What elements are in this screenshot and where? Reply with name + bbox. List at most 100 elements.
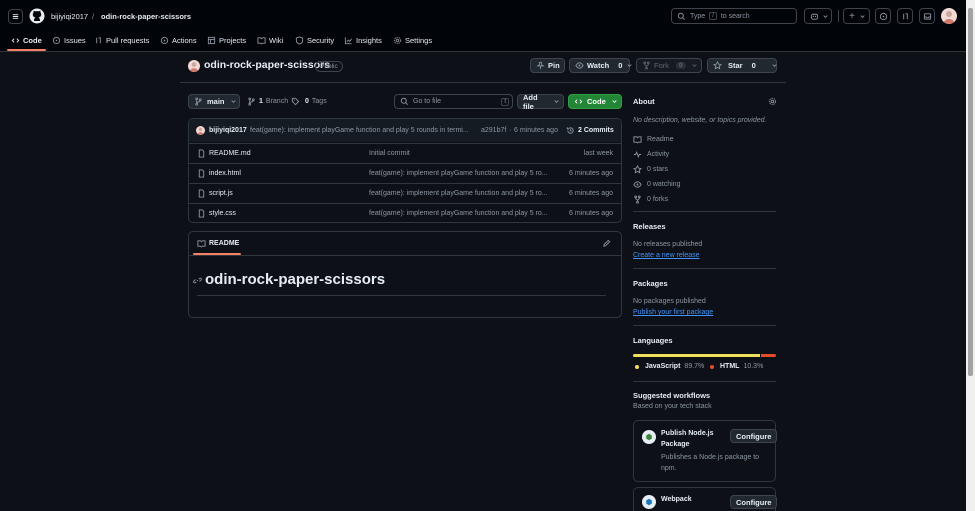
- global-search-input[interactable]: Type / to search: [671, 8, 797, 24]
- workflow-card: Webpack Configure: [633, 487, 778, 511]
- about-forks-link[interactable]: 0 forks: [633, 195, 668, 204]
- releases-text: No releases published: [633, 241, 703, 248]
- file-name[interactable]: style.css: [209, 210, 236, 217]
- about-stars-link[interactable]: 0 stars: [633, 165, 668, 174]
- repo-owner-avatar: [188, 60, 200, 72]
- copilot-button[interactable]: [804, 8, 832, 24]
- star-button[interactable]: Star 0: [707, 58, 777, 73]
- hamburger-menu-button[interactable]: [8, 9, 23, 24]
- tab-pull-requests[interactable]: Pull requests: [94, 34, 149, 46]
- fork-count: 0: [676, 62, 686, 69]
- breadcrumb-repo[interactable]: odin-rock-paper-scissors: [101, 12, 191, 21]
- file-row[interactable]: script.js feat(game): implement playGame…: [189, 183, 621, 203]
- packages-heading[interactable]: Packages: [633, 279, 668, 288]
- tab-settings[interactable]: Settings: [393, 34, 432, 46]
- commit-author[interactable]: bijiyiqi2017: [209, 127, 247, 134]
- branch-name: main: [207, 97, 225, 106]
- branches-link[interactable]: 1 Branch: [247, 97, 288, 106]
- tab-code-label: Code: [23, 35, 42, 45]
- file-commit-time: last week: [583, 150, 613, 157]
- sidebar-divider: [633, 325, 776, 326]
- readme-tab[interactable]: README: [197, 239, 239, 248]
- about-activity-link[interactable]: Activity: [633, 150, 669, 159]
- readme-tab-label: README: [209, 240, 240, 247]
- go-to-file-input[interactable]: Go to file t: [394, 94, 513, 109]
- breadcrumb-owner[interactable]: bijiyiqi2017: [51, 12, 88, 21]
- language-bar-html: [761, 354, 776, 357]
- language-javascript[interactable]: JavaScript 89.7%: [635, 363, 704, 370]
- file-name[interactable]: README.md: [209, 150, 251, 157]
- pull-request-icon: [94, 36, 103, 45]
- create-release-link[interactable]: Create a new release: [633, 252, 700, 259]
- tab-projects[interactable]: Projects: [207, 34, 246, 46]
- tab-insights-label: Insights: [356, 35, 382, 45]
- add-file-button[interactable]: Add file: [517, 92, 564, 111]
- packages-text: No packages published: [633, 298, 706, 305]
- user-avatar[interactable]: [941, 8, 957, 24]
- languages-heading: Languages: [633, 336, 673, 345]
- commit-dot: ·: [509, 127, 512, 134]
- file-row[interactable]: style.css feat(game): implement playGame…: [189, 203, 621, 223]
- link-icon[interactable]: [193, 276, 202, 285]
- tab-code-underline: [7, 49, 46, 51]
- commit-author-avatar: [196, 126, 205, 135]
- about-readme-link[interactable]: Readme: [633, 135, 673, 144]
- play-circle-icon: [160, 36, 169, 45]
- commit-hash[interactable]: a291b7f: [481, 127, 506, 134]
- tag-count-label: Tags: [311, 98, 327, 105]
- commit-time: 6 minutes ago: [514, 127, 558, 134]
- language-html[interactable]: HTML 10.3%: [710, 363, 763, 370]
- about-watching-link[interactable]: 0 watching: [633, 180, 680, 189]
- github-logo-icon[interactable]: [29, 8, 45, 24]
- code-icon: [574, 97, 583, 106]
- tab-insights[interactable]: Insights: [344, 34, 382, 46]
- file-name[interactable]: index.html: [209, 170, 241, 177]
- chevron-down-icon: [690, 61, 697, 70]
- search-icon: [400, 97, 409, 106]
- about-readme-label: Readme: [647, 136, 674, 143]
- language-bar-javascript: [633, 354, 761, 357]
- configure-button[interactable]: Configure: [730, 495, 778, 509]
- releases-heading[interactable]: Releases: [633, 222, 666, 231]
- watch-label: Watch: [587, 61, 610, 70]
- configure-button[interactable]: Configure: [730, 429, 778, 443]
- code-button[interactable]: Code: [568, 94, 622, 109]
- pencil-icon[interactable]: [602, 239, 611, 248]
- pin-button[interactable]: Pin: [530, 58, 565, 73]
- tab-issues[interactable]: Issues: [52, 34, 86, 46]
- publish-package-link[interactable]: Publish your first package: [633, 309, 713, 316]
- watch-button[interactable]: Watch 0: [569, 58, 633, 73]
- commit-message[interactable]: feat(game): implement playGame function …: [250, 127, 469, 134]
- page-scrollbar-thumb[interactable]: [968, 8, 973, 376]
- add-file-label: Add file: [523, 92, 538, 111]
- file-name[interactable]: script.js: [209, 190, 233, 197]
- inbox-icon: [923, 12, 932, 21]
- tags-link[interactable]: 0 Tags: [291, 97, 327, 106]
- configure-label: Configure: [736, 497, 772, 507]
- workflow-card: Publish Node.js Package Publishes a Node…: [633, 420, 778, 482]
- workflow-description-cont: npm.: [661, 465, 677, 472]
- commits-link[interactable]: 2 Commits: [566, 126, 614, 135]
- inbox-button[interactable]: [919, 8, 935, 24]
- fork-button[interactable]: Fork 0: [636, 58, 702, 73]
- star-count: 0: [751, 61, 756, 70]
- gear-icon[interactable]: [768, 97, 777, 106]
- file-commit-message[interactable]: feat(game): implement playGame function …: [369, 190, 548, 197]
- fork-icon: [642, 61, 651, 70]
- file-icon: [197, 189, 206, 198]
- create-new-button[interactable]: +: [843, 8, 870, 24]
- file-row[interactable]: index.html feat(game): implement playGam…: [189, 163, 621, 183]
- file-row[interactable]: README.md Initial commit last week: [189, 143, 621, 163]
- tab-security[interactable]: Security: [295, 34, 334, 46]
- repo-title[interactable]: odin-rock-paper-scissors: [204, 59, 330, 71]
- file-commit-message[interactable]: feat(game): implement playGame function …: [369, 170, 548, 177]
- tab-wiki[interactable]: Wiki: [257, 34, 283, 46]
- branch-selector[interactable]: main: [188, 94, 240, 109]
- tab-wiki-label: Wiki: [269, 35, 284, 45]
- file-commit-message[interactable]: feat(game): implement playGame function …: [369, 210, 548, 217]
- pull-requests-button[interactable]: [897, 8, 913, 24]
- issues-button[interactable]: [875, 8, 891, 24]
- tab-actions[interactable]: Actions: [160, 34, 197, 46]
- file-commit-message[interactable]: Initial commit: [369, 150, 410, 157]
- tab-code[interactable]: Code: [11, 34, 42, 46]
